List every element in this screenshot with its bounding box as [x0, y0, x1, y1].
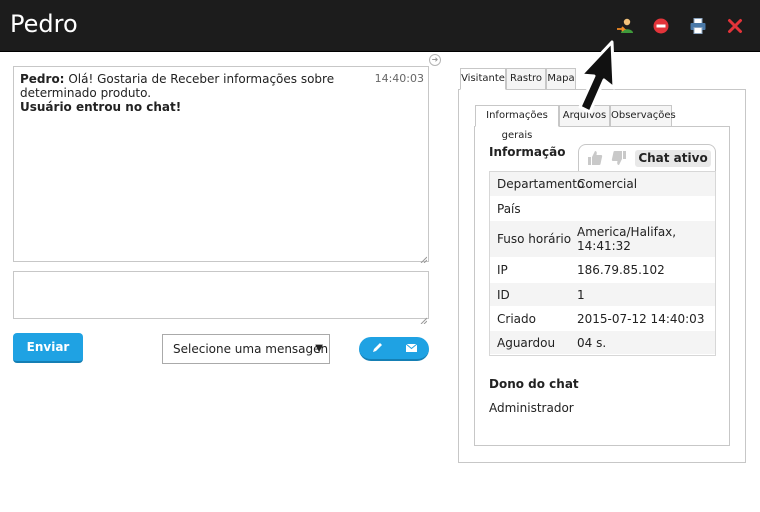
chat-status-badge: Chat ativo: [635, 150, 711, 167]
table-row: ID 1: [490, 283, 715, 307]
info-table: Departamento Comercial País Fuso horário…: [489, 171, 716, 356]
chat-message: Pedro: Olá! Gostaria de Receber informaç…: [20, 72, 424, 100]
thumbs-down-icon[interactable]: [611, 150, 627, 166]
chat-messages[interactable]: Pedro: Olá! Gostaria de Receber informaç…: [13, 66, 429, 264]
message-text: Olá! Gostaria de Receber informações sob…: [20, 72, 335, 100]
row-label: Departamento: [497, 177, 585, 191]
tab-visitante[interactable]: Visitante: [460, 68, 506, 90]
row-label: Criado: [497, 311, 536, 326]
expand-arrow-icon[interactable]: ➜: [429, 54, 441, 66]
tab-rastro[interactable]: Rastro: [506, 68, 546, 90]
table-row: Fuso horário America/Halifax, 14:41:32: [490, 221, 715, 258]
title-bar: Pedro: [0, 0, 760, 52]
system-message: Usuário entrou no chat!: [20, 100, 182, 114]
table-row: País: [490, 197, 715, 221]
row-value: 186.79.85.102: [577, 263, 665, 277]
message-input[interactable]: [13, 271, 429, 325]
row-value: America/Halifax, 14:41:32: [577, 225, 677, 253]
row-label: IP: [497, 263, 508, 277]
row-label: Fuso horário: [497, 232, 572, 246]
mouse-pointer-icon: [578, 40, 616, 114]
thumbs-up-icon[interactable]: [587, 150, 603, 166]
table-row: Aguardou 04 s.: [490, 331, 715, 355]
info-heading: Informação: [489, 145, 566, 159]
row-value: Comercial: [577, 177, 638, 191]
row-value: 2015-07-12 14:40:03: [577, 311, 705, 326]
row-label: Aguardou: [497, 335, 556, 350]
print-icon[interactable]: [689, 17, 707, 35]
resize-grip-icon[interactable]: [419, 309, 428, 325]
table-row: Criado 2015-07-12 14:40:03: [490, 307, 715, 331]
message-author: Pedro:: [20, 72, 65, 86]
canned-message-select[interactable]: Selecione uma mensagen ▼: [162, 334, 330, 364]
envelope-icon[interactable]: [394, 337, 429, 359]
row-value: 1: [577, 287, 585, 302]
row-value: 04 s.: [577, 335, 607, 350]
chat-status-box: Chat ativo: [578, 144, 716, 171]
block-icon[interactable]: [652, 17, 670, 35]
resize-grip-icon[interactable]: [419, 252, 428, 264]
row-label: ID: [497, 287, 510, 302]
message-time: 14:40:03: [374, 72, 424, 85]
row-label: País: [497, 201, 521, 216]
select-arrow-icon: ▼: [315, 343, 323, 354]
canned-message-select-value: Selecione uma mensagen: [173, 342, 329, 356]
window-title: Pedro: [10, 10, 78, 38]
owner-name: Administrador: [489, 401, 574, 415]
pencil-icon[interactable]: [359, 337, 394, 359]
owner-heading: Dono do chat: [489, 377, 579, 391]
tab-informacoes-gerais[interactable]: Informações gerais: [475, 105, 559, 141]
user-transfer-icon[interactable]: [616, 17, 634, 35]
table-row: Departamento Comercial: [490, 172, 715, 197]
action-pill: [359, 337, 429, 361]
close-icon[interactable]: [726, 17, 744, 35]
table-row: IP 186.79.85.102: [490, 258, 715, 283]
send-button[interactable]: Enviar: [13, 333, 83, 363]
